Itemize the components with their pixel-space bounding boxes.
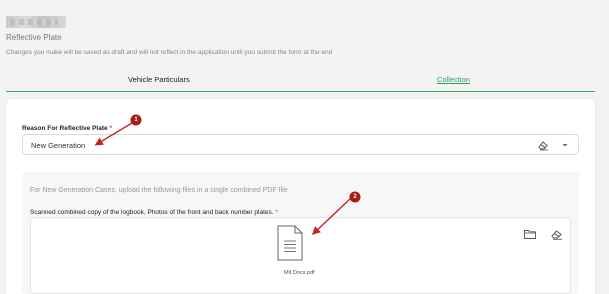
reason-select-value: New Generation (31, 141, 86, 150)
annotation-number-1: 1 (134, 117, 138, 123)
page-title-redacted (6, 16, 66, 28)
chevron-down-icon[interactable] (561, 140, 569, 150)
file-name[interactable]: Mit Docs.pdf (284, 270, 315, 276)
tab-underline (6, 91, 595, 92)
eraser-icon[interactable] (550, 228, 563, 240)
tab-collection[interactable]: Collection (437, 75, 470, 84)
page-subtitle: Reflective Plate (6, 33, 62, 42)
upload-required-mark: * (275, 209, 278, 216)
reason-select[interactable]: New Generation (22, 134, 579, 155)
eraser-icon[interactable] (537, 139, 549, 151)
upload-instruction: For New Generation Cases, upload the fol… (30, 187, 288, 194)
reason-label-text: Reason For Reflective Plate (22, 125, 108, 132)
document-icon[interactable] (275, 225, 305, 261)
required-mark: * (109, 125, 112, 132)
reason-label: Reason For Reflective Plate * (22, 125, 112, 132)
upload-label: Scanned combined copy of the logbook, Ph… (30, 209, 278, 216)
tab-vehicle-particulars[interactable]: Vehicle Particulars (128, 75, 190, 84)
upload-label-text: Scanned combined copy of the logbook, Ph… (30, 209, 274, 216)
annotation-number-2: 2 (353, 194, 357, 200)
draft-note: Changes you make will be saved as draft … (6, 49, 333, 56)
folder-icon[interactable] (524, 229, 536, 239)
